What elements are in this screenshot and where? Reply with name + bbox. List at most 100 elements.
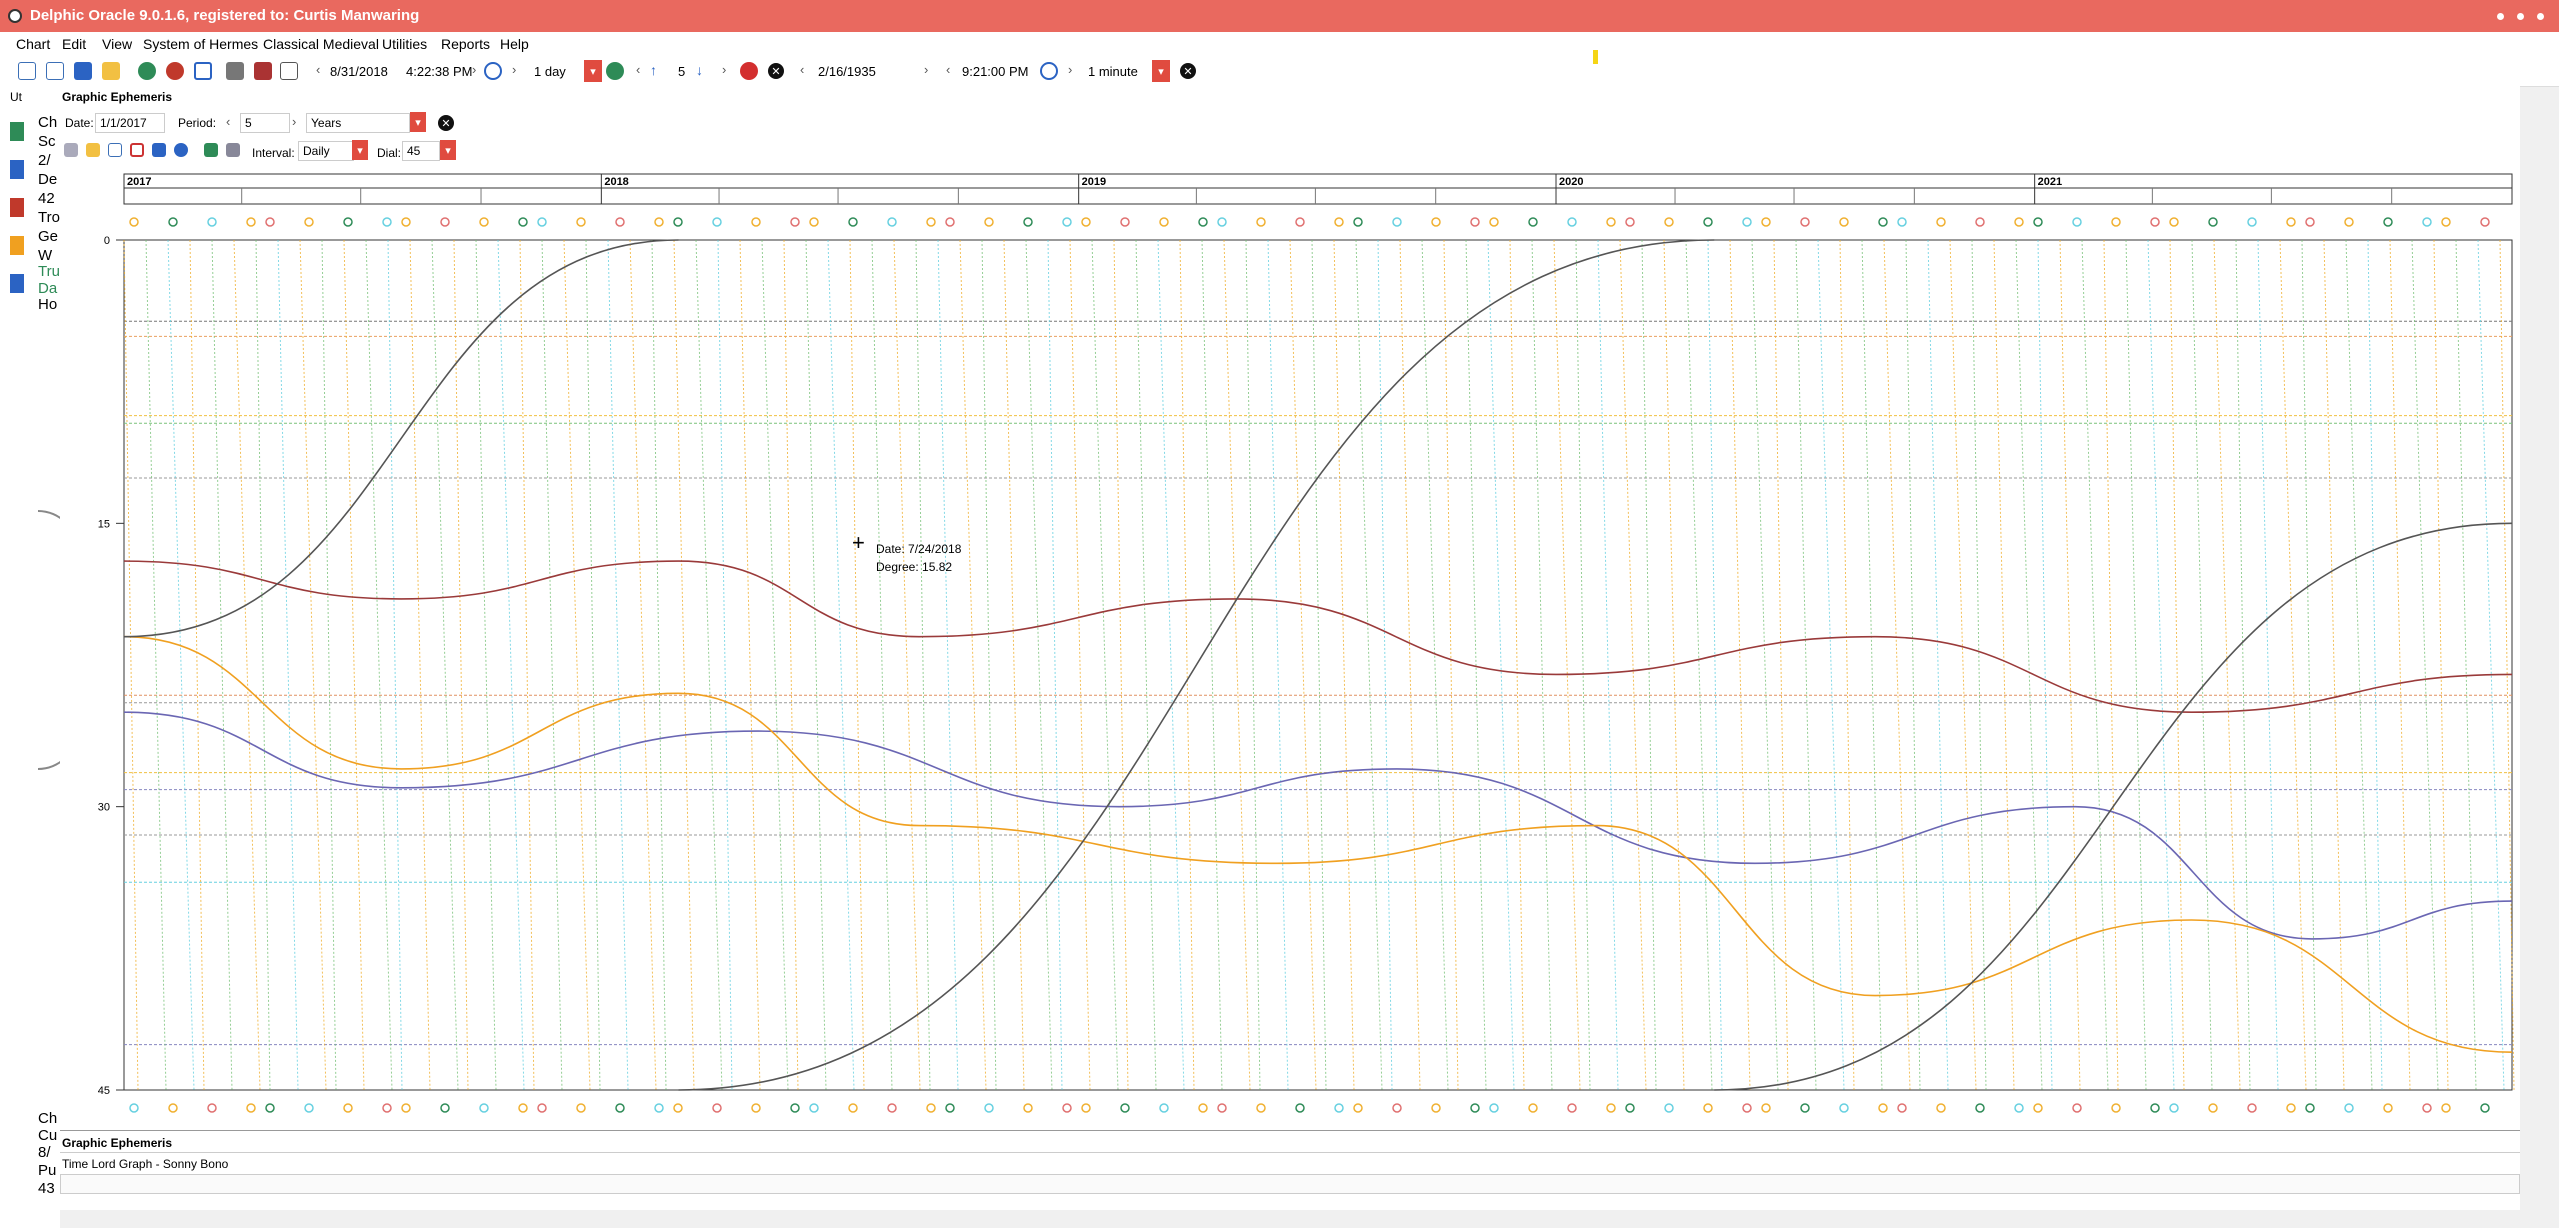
step-field[interactable]: 1 day: [534, 64, 566, 79]
new-chart-icon[interactable]: [46, 62, 64, 80]
left-text-line: Ge: [38, 228, 59, 245]
calendar-icon[interactable]: [130, 143, 144, 157]
left-text-line: Sc: [38, 133, 56, 150]
tab-time-lord-graph[interactable]: Time Lord Graph - Sonny Bono: [62, 1157, 228, 1171]
dial-dropdown[interactable]: ▾: [440, 140, 456, 160]
date2-prev-arrow[interactable]: ‹: [800, 62, 804, 77]
date-label: Date:: [65, 116, 94, 130]
export-icon[interactable]: [254, 62, 272, 80]
menu-view[interactable]: View: [102, 36, 132, 52]
wheel-icon[interactable]: [166, 62, 184, 80]
chart-bar-icon[interactable]: [64, 143, 78, 157]
refresh-icon[interactable]: [484, 62, 502, 80]
left-bottom-line: Ch: [38, 1110, 58, 1127]
tab-graphic-ephemeris[interactable]: Graphic Ephemeris: [62, 1136, 172, 1150]
left-bottom-line: Cu: [38, 1127, 58, 1144]
ephemeris-chart-svg[interactable]: 2017 2018 2019 2020 2021 0 15 30 45: [60, 170, 2543, 1130]
menu-chart[interactable]: Chart: [16, 36, 50, 52]
menu-reports[interactable]: Reports: [441, 36, 490, 52]
left-text-line: Ch: [38, 114, 58, 131]
date2-field[interactable]: 2/16/1935: [818, 64, 876, 79]
period-next-arrow[interactable]: ›: [292, 114, 296, 129]
stop-icon[interactable]: [740, 62, 758, 80]
window-icon[interactable]: [194, 62, 212, 80]
year-label: 2021: [2038, 176, 2062, 188]
left-icon-column: [10, 122, 24, 312]
year-label: 2017: [127, 176, 151, 188]
y-tick-label: 30: [98, 802, 110, 814]
title-bar: Delphic Oracle 9.0.1.6, registered to: C…: [0, 0, 2559, 32]
new-icon[interactable]: [18, 62, 36, 80]
app-icon: [8, 9, 22, 23]
step2-field[interactable]: 1 minute: [1088, 64, 1138, 79]
interval-label: Interval:: [252, 146, 295, 160]
time2-prev-arrow[interactable]: ‹: [946, 62, 950, 77]
globe-icon[interactable]: [138, 62, 156, 80]
down-arrow-icon[interactable]: ↓: [696, 62, 714, 80]
ephemeris-clear-icon[interactable]: ✕: [438, 115, 454, 131]
minimize-button[interactable]: [2497, 13, 2504, 20]
time-next-arrow[interactable]: ›: [472, 62, 476, 77]
period-unit-select[interactable]: Years: [306, 113, 410, 133]
bottom-input-box: [60, 1174, 2520, 1194]
page-icon[interactable]: [108, 143, 122, 157]
year-label: 2018: [604, 176, 628, 188]
left-text-line: Tro: [38, 209, 60, 226]
interval-select[interactable]: Daily: [298, 141, 354, 161]
print-icon[interactable]: [226, 62, 244, 80]
clear2-icon[interactable]: ✕: [1180, 63, 1196, 79]
y-tick-label: 0: [104, 235, 110, 247]
date2-next-arrow[interactable]: ›: [924, 62, 928, 77]
step2-dropdown[interactable]: ▾: [1152, 60, 1170, 82]
left-text-line: Da: [38, 280, 58, 297]
count-next-arrow[interactable]: ›: [722, 62, 726, 77]
year-label: 2020: [1559, 176, 1583, 188]
window-title: Delphic Oracle 9.0.1.6, registered to: C…: [30, 7, 420, 24]
save-small-icon[interactable]: [152, 143, 166, 157]
step-count-field[interactable]: 5: [678, 64, 685, 79]
print-small-icon[interactable]: [226, 143, 240, 157]
step-dropdown[interactable]: ▾: [584, 60, 602, 82]
ephemeris-date-field[interactable]: 1/1/2017: [95, 113, 165, 133]
close-button[interactable]: [2537, 13, 2544, 20]
animate-icon[interactable]: [606, 62, 624, 80]
maximize-button[interactable]: [2517, 13, 2524, 20]
step-prev-arrow[interactable]: ›: [512, 62, 516, 77]
period-prev-arrow[interactable]: ‹: [226, 114, 230, 129]
menu-utilities[interactable]: Utilities: [382, 36, 427, 52]
save-icon[interactable]: [74, 62, 92, 80]
left-text-line: Ho: [38, 296, 58, 313]
menu-system-of-hermes[interactable]: System of Hermes: [143, 36, 258, 52]
left-bottom-line: Pu: [38, 1162, 57, 1179]
dial-select[interactable]: 45: [402, 141, 440, 161]
image-icon[interactable]: [204, 143, 218, 157]
period-unit-dropdown[interactable]: ▾: [410, 112, 426, 132]
menu-edit[interactable]: Edit: [62, 36, 86, 52]
star-icon[interactable]: [86, 143, 100, 157]
menu-dropdown-icon[interactable]: [280, 62, 298, 80]
period-label: Period:: [178, 116, 217, 130]
bottom-tab-divider: [60, 1152, 2520, 1153]
tooltip-degree: Degree: 15.82: [876, 560, 953, 574]
menu-classical-medieval[interactable]: Classical Medieval: [263, 36, 379, 52]
time-field[interactable]: 4:22:38 PM: [406, 64, 473, 79]
menu-help[interactable]: Help: [500, 36, 529, 52]
step2-prev-arrow[interactable]: ›: [1068, 62, 1072, 77]
count-prev-arrow[interactable]: ‹: [636, 62, 640, 77]
date-field[interactable]: 8/31/2018: [330, 64, 388, 79]
date-prev-arrow[interactable]: ‹: [316, 62, 320, 77]
left-tab-label[interactable]: Ut: [10, 90, 22, 104]
left-text-line: De: [38, 171, 58, 188]
ephemeris-header: Graphic Ephemeris: [62, 90, 173, 104]
interval-dropdown[interactable]: ▾: [352, 140, 368, 160]
binoculars-icon[interactable]: [174, 143, 188, 157]
cursor-crosshair: +: [852, 530, 865, 555]
up-arrow-icon[interactable]: ↑: [650, 62, 668, 80]
refresh2-icon[interactable]: [1040, 62, 1058, 80]
time2-field[interactable]: 9:21:00 PM: [962, 64, 1029, 79]
clear-icon[interactable]: ✕: [768, 63, 784, 79]
bottom-tab-divider: [60, 1130, 2520, 1131]
open-folder-icon[interactable]: [102, 62, 120, 80]
period-field[interactable]: 5: [240, 113, 290, 133]
ephemeris-chart[interactable]: 2017 2018 2019 2020 2021 0 15 30 45: [60, 170, 2543, 1130]
